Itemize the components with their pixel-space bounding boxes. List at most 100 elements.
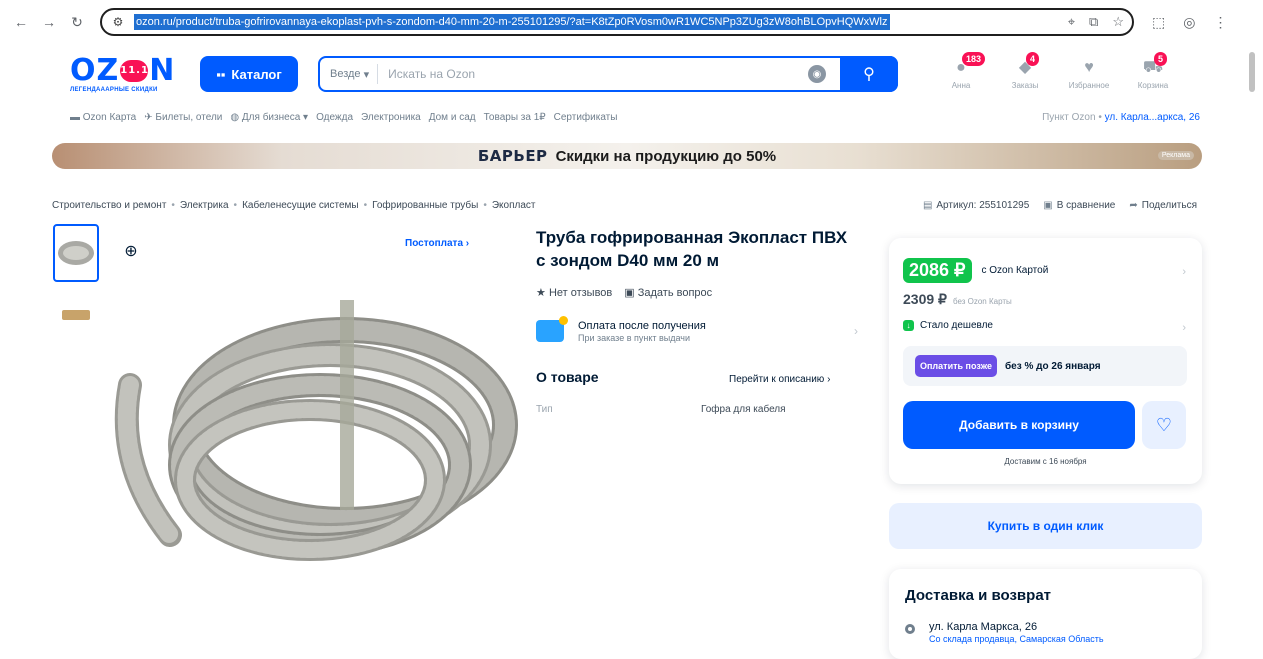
breadcrumb-item[interactable]: Экопласт bbox=[492, 200, 536, 211]
price-card: 2086 ₽ c Ozon Картой › 2309 ₽ без Ozon К… bbox=[889, 238, 1202, 484]
delivery-title: Доставка и возврат bbox=[905, 587, 1052, 604]
cart-label: Корзина bbox=[1137, 81, 1169, 90]
bookmark-star-icon[interactable]: ☆ bbox=[1112, 14, 1124, 30]
spec-value: Гофра для кабеля bbox=[701, 404, 786, 415]
ask-question-link[interactable]: ▣ Задать вопрос bbox=[624, 286, 712, 299]
ozon-card-note: c Ozon Картой bbox=[981, 265, 1049, 276]
address-bar[interactable]: ⚙ ozon.ru/product/truba-gofrirovannaya-e… bbox=[100, 8, 1134, 36]
breadcrumb-item[interactable]: Электрика bbox=[180, 200, 229, 211]
search-button[interactable]: ⚲ bbox=[840, 56, 898, 92]
spec-key: Тип bbox=[536, 404, 553, 415]
regular-price: 2309 ₽ bbox=[903, 291, 947, 307]
chevron-right-icon: › bbox=[1182, 322, 1186, 334]
pay-after-title: Оплата после получения bbox=[578, 319, 706, 332]
browser-toolbar: ← → ↻ ⚙ ozon.ru/product/truba-gofrirovan… bbox=[0, 0, 1263, 44]
similar-search-icon[interactable]: ⊕ bbox=[118, 238, 144, 264]
reviews-link[interactable]: ★ Нет отзывов bbox=[536, 286, 612, 299]
breadcrumb-item[interactable]: Строительство и ремонт bbox=[52, 200, 166, 211]
promo-banner[interactable]: БАРЬЕР Скидки на продукцию до 50% Реклам… bbox=[52, 143, 1202, 169]
catalog-button[interactable]: ▪▪ Каталог bbox=[200, 56, 298, 92]
card-icon bbox=[536, 316, 568, 342]
buy-one-click-button[interactable]: Купить в один клик bbox=[889, 503, 1202, 549]
nav-clothes[interactable]: Одежда bbox=[316, 112, 353, 123]
cart-badge: 5 bbox=[1154, 52, 1168, 66]
secondary-nav: ▬ Ozon Карта ✈ Билеты, отели ◍ Для бизне… bbox=[70, 110, 1200, 124]
nav-certificates[interactable]: Сертификаты bbox=[554, 112, 618, 123]
pay-after-subtitle: При заказе в пункт выдачи bbox=[578, 332, 691, 343]
reload-icon[interactable]: ↻ bbox=[66, 11, 88, 33]
chevron-right-icon: › bbox=[1182, 266, 1186, 278]
heart-icon: ♥ bbox=[1084, 59, 1094, 76]
address-main: ул. Карла Маркса, 26 bbox=[929, 621, 1038, 633]
page-scrollbar[interactable] bbox=[1249, 52, 1255, 92]
arrow-down-icon: ↓ bbox=[903, 320, 914, 331]
article-number[interactable]: ▤ Артикул: 255101295 bbox=[923, 200, 1029, 211]
extensions-icon[interactable]: ⬚ bbox=[1152, 14, 1165, 31]
product-title: Труба гофрированная Экопласт ПВХ с зондо… bbox=[536, 228, 848, 270]
search-bar: Везде ▾ Искать на Ozon ◉ ⚲ bbox=[318, 56, 898, 92]
site-header: OZ 11.11 N ЛЕГЕНДАААРНЫЕ СКИДКИ ▪▪ Каталог… bbox=[70, 48, 1200, 100]
url-text[interactable]: ozon.ru/product/truba-gofrirovannaya-eko… bbox=[134, 14, 890, 30]
site-info-icon[interactable]: ⚙ bbox=[110, 14, 126, 30]
heart-icon[interactable]: ♡ bbox=[1142, 401, 1186, 449]
pay-later-button[interactable]: Оплатить позже bbox=[915, 355, 997, 377]
nav-home-garden[interactable]: Дом и сад bbox=[429, 112, 476, 123]
pickup-point[interactable]: Пункт Ozon • ул. Карла...аркса, 26 bbox=[1042, 112, 1200, 123]
breadcrumb-item[interactable]: Гофрированные трубы bbox=[372, 200, 478, 211]
compare-link[interactable]: ▣ В сравнение bbox=[1043, 200, 1115, 211]
profile-icon[interactable]: ◎ bbox=[1183, 14, 1195, 31]
orders-badge: 4 bbox=[1026, 52, 1040, 66]
nav-tickets[interactable]: ✈ Билеты, отели bbox=[144, 112, 222, 123]
nav-electronics[interactable]: Электроника bbox=[361, 112, 421, 123]
chat-icon: ▣ bbox=[624, 287, 635, 299]
price-dropped[interactable]: ↓ Стало дешевле bbox=[903, 320, 993, 331]
share-link[interactable]: ➦ Поделиться bbox=[1129, 200, 1197, 211]
grid-icon: ▪▪ bbox=[216, 66, 226, 82]
profile-label: Анна bbox=[951, 81, 971, 90]
orders-link[interactable]: ◆ 4 Заказы bbox=[1002, 52, 1048, 90]
nav-business[interactable]: ◍ Для бизнеса ▾ bbox=[230, 112, 308, 123]
menu-icon[interactable]: ⋮ bbox=[1213, 14, 1227, 31]
thumbnail-1[interactable] bbox=[53, 224, 99, 282]
ozon-logo[interactable]: OZ 11.11 N ЛЕГЕНДАААРНЫЕ СКИДКИ bbox=[70, 52, 180, 96]
breadcrumb-item[interactable]: Кабеленесущие системы bbox=[242, 200, 359, 211]
pay-later-box[interactable]: Оплатить позже без % до 26 января bbox=[903, 346, 1187, 386]
orders-label: Заказы bbox=[1011, 81, 1039, 90]
price-dropped-label: Стало дешевле bbox=[920, 320, 993, 331]
pay-after-option[interactable]: Оплата после получения При заказе в пунк… bbox=[536, 314, 858, 348]
search-input[interactable]: Искать на Ozon bbox=[388, 67, 808, 81]
favorites-label: Избранное bbox=[1068, 81, 1110, 90]
nav-ozon-card[interactable]: ▬ Ozon Карта bbox=[70, 112, 136, 123]
banner-text: Скидки на продукцию до 50% bbox=[555, 147, 777, 165]
go-to-description-link[interactable]: Перейти к описанию › bbox=[729, 374, 830, 385]
add-to-cart-button[interactable]: Добавить в корзину bbox=[903, 401, 1135, 449]
postpay-link[interactable]: Постоплата › bbox=[405, 238, 469, 249]
nav-one-ruble[interactable]: Товары за 1₽ bbox=[484, 112, 546, 123]
ad-tag: Реклама bbox=[1157, 151, 1194, 160]
back-icon[interactable]: ← bbox=[10, 11, 32, 33]
card-price-row[interactable]: 2086 ₽ c Ozon Картой bbox=[903, 258, 1048, 283]
cart-link[interactable]: ⛟ 5 Корзина bbox=[1130, 52, 1176, 90]
product-tools: ▤ Артикул: 255101295 ▣ В сравнение ➦ Подели… bbox=[923, 200, 1197, 211]
profile-link[interactable]: ● 183 Анна bbox=[938, 52, 986, 90]
delivery-card: Доставка и возврат ул. Карла Маркса, 26 … bbox=[889, 569, 1202, 659]
favorites-link[interactable]: ♥ Избранное bbox=[1066, 58, 1112, 90]
delivery-date: Доставим с 16 ноября bbox=[1004, 457, 1087, 466]
reviews-row: ★ Нет отзывов ▣ Задать вопрос bbox=[536, 286, 712, 299]
thumbnail-2[interactable] bbox=[53, 286, 99, 344]
product-image[interactable] bbox=[110, 285, 520, 575]
forward-icon[interactable]: → bbox=[38, 11, 60, 33]
about-title: О товаре bbox=[536, 369, 599, 385]
location-pin-icon bbox=[905, 624, 915, 634]
regular-price-note: без Ozon Карты bbox=[952, 297, 1012, 306]
banner-brand: БАРЬЕР bbox=[477, 147, 548, 165]
logo-subtitle: ЛЕГЕНДАААРНЫЕ СКИДКИ bbox=[70, 86, 158, 93]
delivery-address[interactable]: ул. Карла Маркса, 26 Со склада продавца,… bbox=[905, 621, 1104, 644]
address-sub: Со склада продавца, Самарская Область bbox=[929, 634, 1104, 644]
install-icon[interactable]: ⧉ bbox=[1089, 14, 1098, 30]
pay-later-text: без % до 26 января bbox=[1004, 360, 1101, 372]
profile-badge: 183 bbox=[962, 52, 986, 66]
camera-icon[interactable]: ◉ bbox=[808, 65, 826, 83]
search-scope-select[interactable]: Везде ▾ bbox=[320, 64, 379, 84]
location-icon[interactable]: ⌖ bbox=[1068, 14, 1075, 30]
